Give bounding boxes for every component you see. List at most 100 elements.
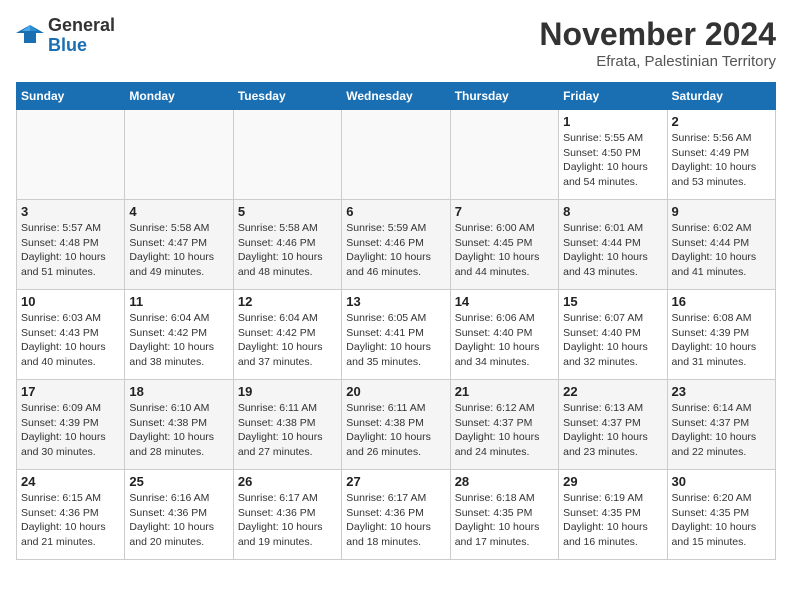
- day-number: 21: [455, 384, 554, 399]
- calendar-week-2: 3 Sunrise: 5:57 AM Sunset: 4:48 PM Daylig…: [17, 200, 776, 290]
- day-info: Sunrise: 6:08 AM Sunset: 4:39 PM Dayligh…: [672, 311, 771, 370]
- day-info: Sunrise: 6:06 AM Sunset: 4:40 PM Dayligh…: [455, 311, 554, 370]
- month-title: November 2024: [539, 16, 776, 53]
- day-number: 24: [21, 474, 120, 489]
- day-info: Sunrise: 6:04 AM Sunset: 4:42 PM Dayligh…: [238, 311, 337, 370]
- day-number: 10: [21, 294, 120, 309]
- calendar-cell: 16 Sunrise: 6:08 AM Sunset: 4:39 PM Dayli…: [667, 290, 775, 380]
- weekday-header-sunday: Sunday: [17, 83, 125, 110]
- logo-graphic: [16, 23, 44, 50]
- day-info: Sunrise: 6:13 AM Sunset: 4:37 PM Dayligh…: [563, 401, 662, 460]
- day-info: Sunrise: 6:19 AM Sunset: 4:35 PM Dayligh…: [563, 491, 662, 550]
- calendar-cell: [17, 110, 125, 200]
- calendar-cell: [342, 110, 450, 200]
- calendar-cell: 8Sunrise: 6:01 AM Sunset: 4:44 PM Daylig…: [559, 200, 667, 290]
- day-number: 28: [455, 474, 554, 489]
- day-number: 13: [346, 294, 445, 309]
- calendar-week-5: 24 Sunrise: 6:15 AM Sunset: 4:36 PM Dayli…: [17, 470, 776, 560]
- day-number: 5: [238, 204, 337, 219]
- day-info: Sunrise: 6:11 AM Sunset: 4:38 PM Dayligh…: [346, 401, 445, 460]
- calendar-cell: 29 Sunrise: 6:19 AM Sunset: 4:35 PM Dayli…: [559, 470, 667, 560]
- calendar-cell: 11Sunrise: 6:04 AM Sunset: 4:42 PM Dayli…: [125, 290, 233, 380]
- calendar-cell: 25 Sunrise: 6:16 AM Sunset: 4:36 PM Dayli…: [125, 470, 233, 560]
- calendar-cell: 9 Sunrise: 6:02 AM Sunset: 4:44 PM Daylig…: [667, 200, 775, 290]
- calendar-cell: 30Sunrise: 6:20 AM Sunset: 4:35 PM Dayli…: [667, 470, 775, 560]
- logo-text: General Blue: [48, 16, 115, 56]
- day-info: Sunrise: 6:14 AM Sunset: 4:37 PM Dayligh…: [672, 401, 771, 460]
- calendar-week-3: 10 Sunrise: 6:03 AM Sunset: 4:43 PM Dayli…: [17, 290, 776, 380]
- day-number: 29: [563, 474, 662, 489]
- logo: General Blue: [16, 16, 115, 56]
- day-info: Sunrise: 6:11 AM Sunset: 4:38 PM Dayligh…: [238, 401, 337, 460]
- day-info: Sunrise: 5:58 AM Sunset: 4:47 PM Dayligh…: [129, 221, 228, 280]
- calendar-cell: 15 Sunrise: 6:07 AM Sunset: 4:40 PM Dayli…: [559, 290, 667, 380]
- day-info: Sunrise: 6:16 AM Sunset: 4:36 PM Dayligh…: [129, 491, 228, 550]
- day-number: 6: [346, 204, 445, 219]
- day-info: Sunrise: 6:18 AM Sunset: 4:35 PM Dayligh…: [455, 491, 554, 550]
- day-number: 15: [563, 294, 662, 309]
- day-number: 7: [455, 204, 554, 219]
- day-number: 19: [238, 384, 337, 399]
- day-info: Sunrise: 6:02 AM Sunset: 4:44 PM Dayligh…: [672, 221, 771, 280]
- calendar-cell: 28 Sunrise: 6:18 AM Sunset: 4:35 PM Dayli…: [450, 470, 558, 560]
- day-info: Sunrise: 6:15 AM Sunset: 4:36 PM Dayligh…: [21, 491, 120, 550]
- logo-blue: Blue: [48, 35, 87, 55]
- weekday-header-wednesday: Wednesday: [342, 83, 450, 110]
- day-number: 18: [129, 384, 228, 399]
- calendar-cell: [125, 110, 233, 200]
- day-number: 3: [21, 204, 120, 219]
- day-number: 23: [672, 384, 771, 399]
- calendar-cell: [450, 110, 558, 200]
- calendar-cell: 2 Sunrise: 5:56 AM Sunset: 4:49 PM Daylig…: [667, 110, 775, 200]
- day-info: Sunrise: 5:59 AM Sunset: 4:46 PM Dayligh…: [346, 221, 445, 280]
- weekday-header-tuesday: Tuesday: [233, 83, 341, 110]
- calendar-header: SundayMondayTuesdayWednesdayThursdayFrid…: [17, 83, 776, 110]
- calendar-body: 1Sunrise: 5:55 AM Sunset: 4:50 PM Daylig…: [17, 110, 776, 560]
- day-number: 26: [238, 474, 337, 489]
- day-number: 16: [672, 294, 771, 309]
- calendar-cell: 20Sunrise: 6:11 AM Sunset: 4:38 PM Dayli…: [342, 380, 450, 470]
- calendar-cell: 27 Sunrise: 6:17 AM Sunset: 4:36 PM Dayli…: [342, 470, 450, 560]
- day-number: 25: [129, 474, 228, 489]
- calendar-cell: 6 Sunrise: 5:59 AM Sunset: 4:46 PM Daylig…: [342, 200, 450, 290]
- day-number: 30: [672, 474, 771, 489]
- page-header: General Blue November 2024 Efrata, Pales…: [16, 16, 776, 70]
- calendar-cell: 24 Sunrise: 6:15 AM Sunset: 4:36 PM Dayli…: [17, 470, 125, 560]
- calendar-cell: 19 Sunrise: 6:11 AM Sunset: 4:38 PM Dayli…: [233, 380, 341, 470]
- day-number: 14: [455, 294, 554, 309]
- calendar-cell: [233, 110, 341, 200]
- day-info: Sunrise: 5:56 AM Sunset: 4:49 PM Dayligh…: [672, 131, 771, 190]
- day-number: 9: [672, 204, 771, 219]
- calendar-cell: 7 Sunrise: 6:00 AM Sunset: 4:45 PM Daylig…: [450, 200, 558, 290]
- calendar-table: SundayMondayTuesdayWednesdayThursdayFrid…: [16, 82, 776, 560]
- calendar-cell: 23 Sunrise: 6:14 AM Sunset: 4:37 PM Dayli…: [667, 380, 775, 470]
- day-info: Sunrise: 6:00 AM Sunset: 4:45 PM Dayligh…: [455, 221, 554, 280]
- title-area: November 2024 Efrata, Palestinian Territ…: [539, 16, 776, 70]
- weekday-header-thursday: Thursday: [450, 83, 558, 110]
- day-info: Sunrise: 6:09 AM Sunset: 4:39 PM Dayligh…: [21, 401, 120, 460]
- calendar-cell: 17Sunrise: 6:09 AM Sunset: 4:39 PM Dayli…: [17, 380, 125, 470]
- day-info: Sunrise: 6:17 AM Sunset: 4:36 PM Dayligh…: [238, 491, 337, 550]
- calendar-week-1: 1Sunrise: 5:55 AM Sunset: 4:50 PM Daylig…: [17, 110, 776, 200]
- day-number: 2: [672, 114, 771, 129]
- logo-general: General: [48, 15, 115, 35]
- day-info: Sunrise: 6:10 AM Sunset: 4:38 PM Dayligh…: [129, 401, 228, 460]
- weekday-header-saturday: Saturday: [667, 83, 775, 110]
- day-info: Sunrise: 6:03 AM Sunset: 4:43 PM Dayligh…: [21, 311, 120, 370]
- day-number: 27: [346, 474, 445, 489]
- day-info: Sunrise: 6:17 AM Sunset: 4:36 PM Dayligh…: [346, 491, 445, 550]
- calendar-cell: 5Sunrise: 5:58 AM Sunset: 4:46 PM Daylig…: [233, 200, 341, 290]
- day-number: 22: [563, 384, 662, 399]
- calendar-cell: 21 Sunrise: 6:12 AM Sunset: 4:37 PM Dayli…: [450, 380, 558, 470]
- day-info: Sunrise: 6:04 AM Sunset: 4:42 PM Dayligh…: [129, 311, 228, 370]
- day-info: Sunrise: 6:12 AM Sunset: 4:37 PM Dayligh…: [455, 401, 554, 460]
- weekday-row: SundayMondayTuesdayWednesdayThursdayFrid…: [17, 83, 776, 110]
- calendar-cell: 3 Sunrise: 5:57 AM Sunset: 4:48 PM Daylig…: [17, 200, 125, 290]
- day-info: Sunrise: 6:07 AM Sunset: 4:40 PM Dayligh…: [563, 311, 662, 370]
- day-info: Sunrise: 6:01 AM Sunset: 4:44 PM Dayligh…: [563, 221, 662, 280]
- calendar-cell: 22 Sunrise: 6:13 AM Sunset: 4:37 PM Dayli…: [559, 380, 667, 470]
- calendar-cell: 12Sunrise: 6:04 AM Sunset: 4:42 PM Dayli…: [233, 290, 341, 380]
- day-info: Sunrise: 5:57 AM Sunset: 4:48 PM Dayligh…: [21, 221, 120, 280]
- calendar-cell: 13Sunrise: 6:05 AM Sunset: 4:41 PM Dayli…: [342, 290, 450, 380]
- calendar-cell: 4Sunrise: 5:58 AM Sunset: 4:47 PM Daylig…: [125, 200, 233, 290]
